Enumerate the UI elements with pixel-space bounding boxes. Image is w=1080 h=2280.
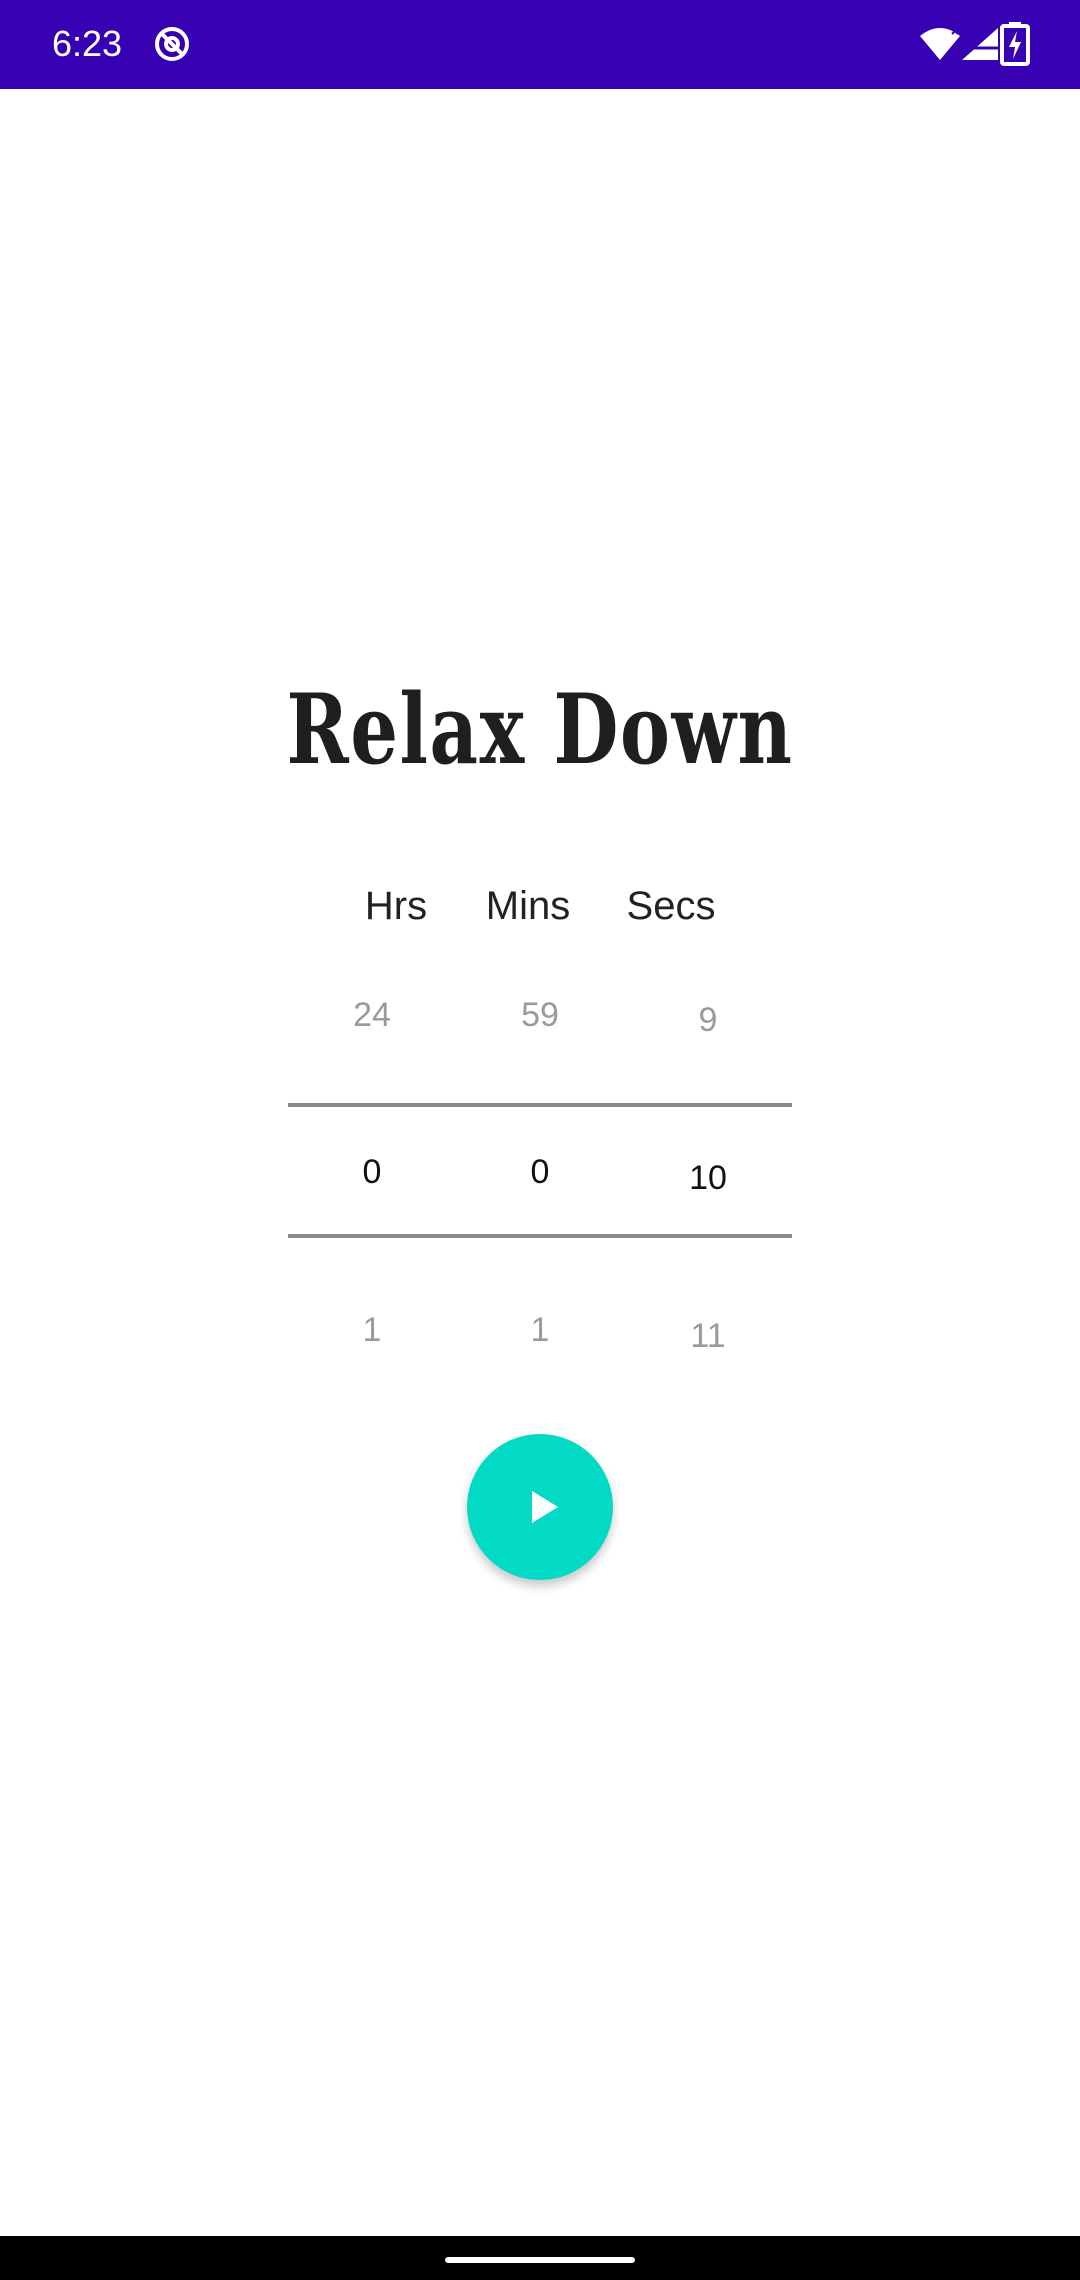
minutes-prev-value[interactable]: 59 <box>460 990 620 1040</box>
status-bar: 6:23 <box>0 0 1080 89</box>
hours-next-value[interactable]: 1 <box>292 1305 452 1355</box>
do-not-disturb-icon <box>155 27 189 61</box>
seconds-current-value[interactable]: 10 <box>628 1153 788 1203</box>
hours-current-value[interactable]: 0 <box>292 1147 452 1197</box>
seconds-prev-value[interactable]: 9 <box>628 995 788 1045</box>
picker-divider-top <box>288 1103 792 1107</box>
status-time: 6:23 <box>52 23 123 64</box>
play-button[interactable] <box>467 1434 613 1580</box>
minutes-header: Mins <box>485 884 571 928</box>
navigation-bar <box>0 2236 1080 2280</box>
signal-icon <box>962 28 998 60</box>
wifi-icon <box>920 27 960 60</box>
minutes-current-value[interactable]: 0 <box>460 1147 620 1197</box>
app-screen: 6:23 Relax Down Hrs Mins Secs 24 0 1 59 … <box>0 0 1080 2280</box>
minutes-next-value[interactable]: 1 <box>460 1305 620 1355</box>
seconds-next-value[interactable]: 11 <box>628 1311 788 1361</box>
home-handle[interactable] <box>445 2257 635 2263</box>
battery-charging-icon <box>1000 22 1030 66</box>
seconds-header: Secs <box>626 884 716 928</box>
picker-divider-bottom <box>288 1234 792 1238</box>
app-title: Relax Down <box>286 673 794 786</box>
hours-prev-value[interactable]: 24 <box>292 990 452 1040</box>
play-icon <box>532 1491 558 1523</box>
